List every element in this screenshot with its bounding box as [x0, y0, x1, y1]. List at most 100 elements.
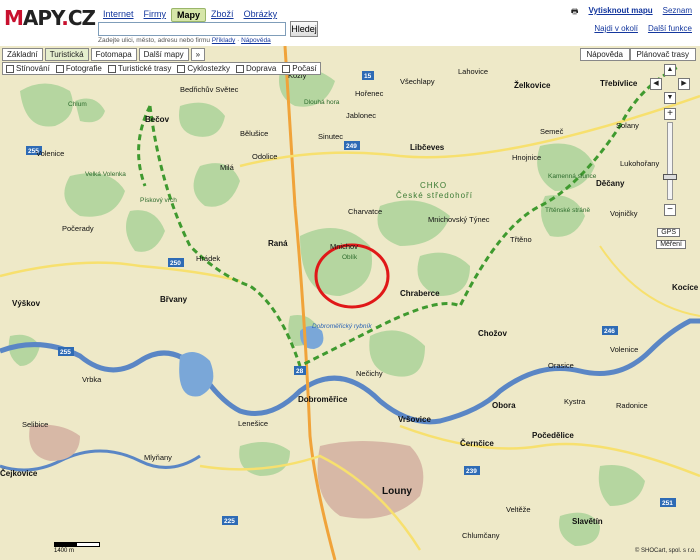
find-nearby-link[interactable]: Najdi v okolí	[594, 24, 638, 33]
zoom-out-icon[interactable]: −	[664, 204, 676, 216]
layer-label: Fotografie	[65, 64, 102, 73]
scale-label: 1400 m	[54, 548, 75, 554]
help-link[interactable]: Nápověda	[241, 37, 271, 44]
top-navigation: Internet Firmy Mapy Zboží Obrázky	[98, 8, 282, 22]
label-lenesice: Lenešice	[238, 419, 268, 428]
label-veltèze: Veltěže	[506, 505, 531, 514]
label-hnojnice: Hnojnice	[512, 153, 541, 162]
label-vrsovice: Vršovice	[398, 415, 431, 424]
layer-cyklostezky[interactable]: Cyklostezky	[177, 64, 230, 73]
label-charvatce: Charvatce	[348, 207, 382, 216]
label-brezno: Mlyňany	[144, 453, 172, 462]
gps-button[interactable]: GPS	[657, 228, 680, 237]
route-planner-button[interactable]: Plánovač trasy	[629, 48, 696, 61]
checkbox-icon[interactable]	[6, 64, 14, 73]
zoom-slider-track[interactable]	[667, 122, 673, 200]
river-ohre	[0, 318, 700, 425]
pan-down-icon[interactable]: ▼	[664, 92, 676, 104]
tab-turisticka[interactable]: Turistická	[44, 48, 89, 61]
label-dobromerice: Dobroměřice	[298, 395, 348, 404]
label-decany: Děčany	[596, 179, 625, 188]
label-rana: Raná	[268, 239, 288, 248]
map-canvas[interactable]: 15 249 250 255 255 28 246 225 239 251 Ch…	[0, 46, 700, 560]
road-15: 15	[364, 73, 372, 80]
louny-city	[317, 441, 424, 519]
tab-fotomapa[interactable]: Fotomapa	[90, 48, 137, 61]
nav-zbozi[interactable]: Zboží	[206, 8, 239, 22]
road-239: 239	[466, 468, 477, 475]
label-vsechlapy: Všechlapy	[400, 77, 435, 86]
label-chko: CHKO	[420, 181, 447, 190]
checkbox-icon[interactable]	[236, 64, 245, 73]
label-oprty: Čejkovice	[0, 469, 38, 478]
label-vojnicky: Vojničky	[610, 209, 638, 218]
label-louny: Louny	[382, 486, 412, 497]
label-solany: Solany	[616, 121, 639, 130]
layer-stinovani[interactable]: Stínování	[6, 64, 50, 73]
tab-zakladni[interactable]: Základní	[2, 48, 43, 61]
label-dobromericky-rybnik: Dobroměřický rybník	[312, 323, 372, 330]
more-functions-link[interactable]: Další funkce	[648, 24, 692, 33]
checkbox-icon[interactable]	[282, 64, 291, 73]
pan-left-icon[interactable]: ◀	[650, 78, 662, 90]
map-type-tabs: Základní Turistická Fotomapa Další mapy …	[2, 48, 206, 61]
examples-link[interactable]: Příklady	[212, 37, 235, 44]
label-kocice: Kocíce	[672, 283, 699, 292]
tab-dalsi-mapy[interactable]: Další mapy	[138, 48, 189, 61]
layer-label: Stínování	[16, 64, 50, 73]
label-mila: Milá	[220, 163, 235, 172]
label-volenice-2: Volenice	[610, 345, 638, 354]
label-libceves: Libčeves	[410, 143, 445, 152]
layer-fotografie[interactable]: Fotografie	[55, 64, 102, 73]
search-hint: Zadejte ulici, město, adresu nebo firmu …	[98, 37, 271, 44]
pan-up-icon[interactable]: ▲	[664, 64, 676, 76]
label-velka-volenka: Velká Volenka	[85, 171, 126, 178]
checkbox-icon[interactable]	[177, 64, 186, 73]
mapy-cz-logo[interactable]: MAPY.CZ	[4, 6, 96, 30]
help-button[interactable]: Nápověda	[579, 48, 630, 61]
layer-doprava[interactable]: Doprava	[236, 64, 276, 73]
label-mnichovsky-tynec: Mnichovský Týnec	[428, 215, 490, 224]
label-semec: Semeč	[540, 127, 564, 136]
seznam-link[interactable]: Seznam	[663, 6, 692, 20]
copyright-text: © SHOCart, spol. s r.o.	[634, 548, 696, 554]
label-brvany: Břvany	[160, 295, 188, 304]
label-radonice: Radonice	[616, 401, 648, 410]
pan-right-icon[interactable]: ▶	[678, 78, 690, 90]
zoom-slider-handle[interactable]	[663, 174, 677, 180]
label-volenice: Volenice	[36, 149, 64, 158]
road-250: 250	[170, 260, 181, 267]
nav-internet[interactable]: Internet	[98, 8, 139, 22]
label-orasice: Orasice	[548, 361, 574, 370]
label-bedrichuv-svetec: Bedřichův Světec	[180, 85, 239, 94]
label-slavetin: Slavětín	[572, 517, 603, 526]
tab-more-toggle[interactable]: »	[190, 48, 206, 61]
label-lukohorany: Lukohořany	[620, 159, 659, 168]
label-obora: Obora	[492, 401, 516, 410]
label-kamenna-slunce: Kamenná slunce	[548, 173, 597, 180]
label-pocerady: Počerady	[62, 224, 94, 233]
zoom-in-icon[interactable]: +	[664, 108, 676, 120]
layer-label: Cyklostezky	[187, 64, 231, 73]
label-oblik: Oblík	[342, 254, 358, 261]
label-trteno: Třtěno	[510, 235, 532, 244]
search-button[interactable]: Hledej	[290, 21, 318, 37]
label-horenec: Hořenec	[355, 89, 384, 98]
label-trtenske-strane: Třtěnské stráně	[545, 207, 591, 214]
nav-firmy[interactable]: Firmy	[139, 8, 172, 22]
nav-mapy[interactable]: Mapy	[171, 8, 207, 22]
checkbox-icon[interactable]	[107, 64, 116, 73]
label-chlum: Chlum	[68, 101, 87, 108]
nav-obrazky[interactable]: Obrázky	[239, 8, 283, 22]
label-selibice: Selibice	[22, 420, 48, 429]
label-kystra: Kystra	[564, 397, 586, 406]
print-map-link[interactable]: Vytisknout mapu	[588, 6, 652, 20]
measure-button[interactable]: Měření	[656, 240, 686, 249]
checkbox-icon[interactable]	[55, 64, 64, 73]
layer-pocasi[interactable]: Počasí	[282, 64, 317, 73]
road-255-b: 255	[60, 349, 71, 356]
label-necichy: Nečichy	[356, 369, 383, 378]
label-ceske-stredohori: České středohoří	[396, 191, 473, 200]
search-input[interactable]	[98, 22, 286, 36]
layer-turisticke-trasy[interactable]: Turistické trasy	[107, 64, 171, 73]
